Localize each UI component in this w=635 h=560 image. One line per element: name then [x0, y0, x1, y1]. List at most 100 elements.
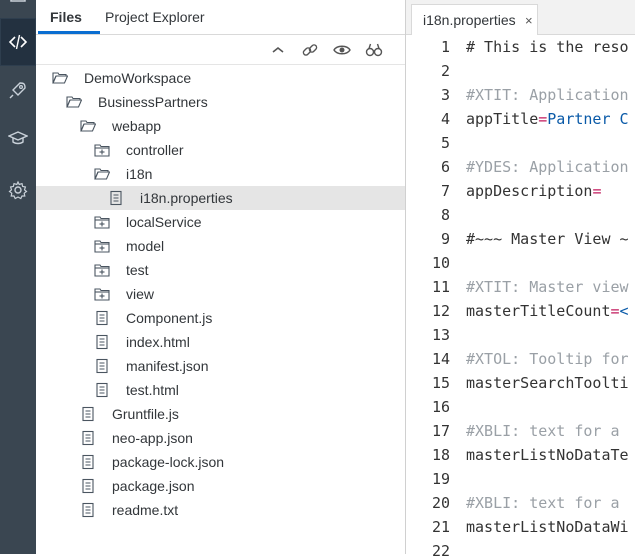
tree-file-item[interactable]: readme.txt	[36, 498, 405, 522]
file-icon	[94, 382, 110, 398]
settings-gear-icon[interactable]	[0, 166, 36, 214]
binoculars-icon[interactable]	[364, 40, 384, 60]
file-icon	[94, 334, 110, 350]
line-number: 22	[431, 542, 450, 560]
tree-item-label: DemoWorkspace	[84, 70, 192, 86]
code-token: =	[610, 302, 620, 320]
tree-item-label: Component.js	[126, 310, 213, 326]
tree-item-label: controller	[126, 142, 184, 158]
tree-file-item[interactable]: package-lock.json	[36, 450, 405, 474]
file-icon	[80, 502, 96, 518]
tree-item-label: test.html	[126, 382, 179, 398]
file-icon	[108, 190, 124, 206]
code-content[interactable]: # This is the reso #XTIT: Application appT…	[466, 35, 635, 554]
code-token: #~~~ Master View ~	[466, 230, 629, 248]
dashboard-icon[interactable]	[0, 0, 36, 18]
tree-file-item[interactable]: test.html	[36, 378, 405, 402]
line-number: 11	[431, 278, 450, 296]
tree-file-item[interactable]: neo-app.json	[36, 426, 405, 450]
tab-project-explorer[interactable]: Project Explorer	[105, 9, 205, 25]
code-line: #XTIT: Application	[466, 86, 629, 104]
line-number: 5	[440, 134, 450, 152]
code-token: #XTIT: Master view	[466, 278, 629, 296]
folder-closed-icon	[94, 286, 110, 302]
code-token: =	[592, 182, 602, 200]
rocket-icon[interactable]	[0, 66, 36, 114]
explorer-tabs: Files Project Explorer	[36, 0, 405, 35]
line-number: 21	[431, 518, 450, 536]
code-line: masterTitleCount=<	[466, 302, 629, 320]
tab-files[interactable]: Files	[50, 9, 82, 25]
file-explorer-panel: Files Project Explorer DemoWorkspace Busi…	[36, 0, 405, 554]
tree-file-item[interactable]: Component.js	[36, 306, 405, 330]
line-number-gutter: 1 2 3 4 5 6 7 8 9 10 11 12 13 14 15 16 17 18 19 20 21 22	[406, 35, 458, 560]
tree-file-item[interactable]: i18n.properties	[36, 186, 405, 210]
tree-item-label: package-lock.json	[112, 454, 225, 470]
tree-item-label: manifest.json	[126, 358, 209, 374]
line-number: 10	[431, 254, 450, 272]
folder-open-icon	[66, 94, 83, 110]
tree-folder-item[interactable]: model	[36, 234, 405, 258]
code-line: masterListNoDataWi	[466, 518, 629, 536]
line-number: 3	[440, 86, 450, 104]
tree-file-item[interactable]: index.html	[36, 330, 405, 354]
tree-item-label: neo-app.json	[112, 430, 193, 446]
tree-folder-item[interactable]: controller	[36, 138, 405, 162]
line-number: 12	[431, 302, 450, 320]
tree-item-label: Gruntfile.js	[112, 406, 179, 422]
code-line: #XBLI: text for a	[466, 422, 620, 440]
code-token: masterTitleCount	[466, 302, 611, 320]
collapse-all-icon[interactable]	[268, 40, 288, 60]
code-token: appTitle	[466, 110, 539, 128]
tree-item-label: i18n	[126, 166, 153, 182]
tree-file-item[interactable]: manifest.json	[36, 354, 405, 378]
line-number: 18	[431, 446, 450, 464]
folder-open-icon	[80, 118, 97, 134]
code-line: masterListNoDataTe	[466, 446, 629, 464]
folder-closed-icon	[94, 214, 110, 230]
tree-folder-item[interactable]: i18n	[36, 162, 405, 186]
file-icon	[80, 454, 96, 470]
code-line: #XTOL: Tooltip for	[466, 350, 629, 368]
tree-item-label: i18n.properties	[140, 190, 233, 206]
code-token: #XBLI: text for a	[466, 422, 620, 440]
tree-item-label: view	[126, 286, 155, 302]
folder-closed-icon	[94, 262, 110, 278]
link-icon[interactable]	[300, 40, 320, 60]
tree-file-item[interactable]: Gruntfile.js	[36, 402, 405, 426]
folder-closed-icon	[94, 238, 110, 254]
line-number: 19	[431, 470, 450, 488]
line-number: 7	[440, 182, 450, 200]
code-line: #XTIT: Master view	[466, 278, 629, 296]
tree-item-label: model	[126, 238, 165, 254]
code-editor-icon[interactable]	[0, 18, 36, 66]
editor-tab-bar: i18n.properties ×	[406, 0, 635, 35]
editor-tab-i18n-properties[interactable]: i18n.properties ×	[411, 4, 538, 35]
code-line: masterSearchToolti	[466, 374, 629, 392]
file-icon	[94, 358, 110, 374]
close-icon[interactable]: ×	[525, 13, 533, 28]
line-number: 6	[440, 158, 450, 176]
code-token: appDescription	[466, 182, 593, 200]
code-token: #XTIT: Application	[466, 86, 629, 104]
tree-folder-item[interactable]: view	[36, 282, 405, 306]
file-icon	[94, 310, 110, 326]
line-number: 20	[431, 494, 450, 512]
line-number: 8	[440, 206, 450, 224]
explorer-toolbar	[36, 36, 405, 65]
code-line: #XBLI: text for a	[466, 494, 620, 512]
tree-file-item[interactable]: package.json	[36, 474, 405, 498]
tree-folder-item[interactable]: webapp	[36, 114, 405, 138]
learning-cap-icon[interactable]	[0, 114, 36, 162]
tree-folder-item[interactable]: DemoWorkspace	[36, 66, 405, 90]
code-token: masterSearchToolti	[466, 374, 629, 392]
tree-folder-item[interactable]: BusinessPartners	[36, 90, 405, 114]
line-number: 15	[431, 374, 450, 392]
code-line: #YDES: Application	[466, 158, 629, 176]
code-token: #YDES: Application	[466, 158, 629, 176]
eye-icon[interactable]	[332, 40, 352, 60]
tree-folder-item[interactable]: localService	[36, 210, 405, 234]
line-number: 4	[440, 110, 450, 128]
tree-folder-item[interactable]: test	[36, 258, 405, 282]
tree-item-label: package.json	[112, 478, 195, 494]
